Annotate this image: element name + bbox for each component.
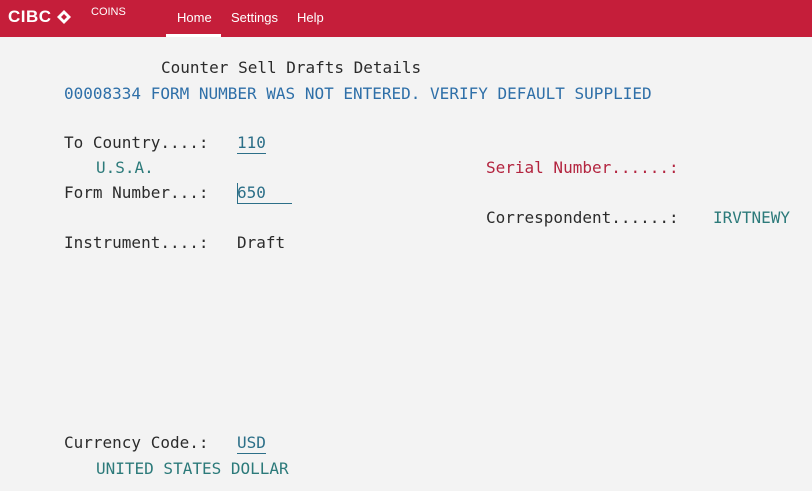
- app-name: COINS: [91, 6, 126, 18]
- brand-logo[interactable]: CIBC: [8, 6, 72, 28]
- nav-settings[interactable]: Settings: [231, 10, 278, 25]
- nav-active-indicator: [166, 34, 221, 37]
- nav-help[interactable]: Help: [297, 10, 324, 25]
- currency-code-field[interactable]: USD: [237, 433, 266, 454]
- form-number-label: Form Number...:: [64, 183, 209, 202]
- screen-title: Counter Sell Drafts Details: [161, 58, 422, 77]
- serial-number-label: Serial Number......:: [486, 158, 679, 177]
- currency-description: UNITED STATES DOLLAR: [96, 459, 289, 478]
- form-number-input[interactable]: [237, 183, 292, 204]
- correspondent-label: Correspondent......:: [486, 208, 679, 227]
- brand-name: CIBC: [8, 7, 52, 26]
- top-nav-bar: CIBC COINS Home Settings Help: [0, 0, 812, 37]
- instrument-value[interactable]: Draft: [237, 233, 285, 253]
- status-message: 00008334 FORM NUMBER WAS NOT ENTERED. VE…: [64, 84, 652, 103]
- to-country-field[interactable]: 110: [237, 133, 266, 154]
- to-country-description: U.S.A.: [96, 158, 154, 177]
- text-cursor: [237, 183, 238, 203]
- correspondent-value: IRVTNEWY: [713, 208, 791, 227]
- currency-code-label: Currency Code.:: [64, 433, 209, 452]
- cibc-diamond-icon: [56, 10, 71, 24]
- to-country-label: To Country....:: [64, 133, 209, 152]
- nav-home[interactable]: Home: [177, 10, 212, 25]
- instrument-label: Instrument....:: [64, 233, 209, 252]
